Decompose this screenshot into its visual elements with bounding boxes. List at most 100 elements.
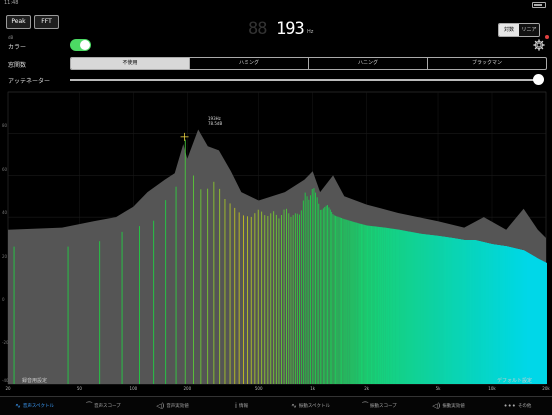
spectrum-bar xyxy=(234,207,236,384)
window-option-blackman[interactable]: ブラックマン xyxy=(427,58,546,69)
window-segmented-control: 不使用 ハミング ハニング ブラックマン xyxy=(70,57,547,70)
status-bar: 11:48 xyxy=(0,0,552,8)
tab-rms[interactable]: ◁) 音声実効値 xyxy=(138,397,207,415)
tab-spectrum[interactable]: ∿ 音声スペクトル xyxy=(0,397,69,415)
spectrum-bar xyxy=(364,224,365,384)
spectrum-bar xyxy=(331,211,333,384)
spectrum-bar xyxy=(288,213,290,384)
spectrum-bar xyxy=(193,175,194,384)
spectrum-bar xyxy=(315,192,316,384)
x-tick-label: 10k xyxy=(488,386,496,391)
spectrum-bar xyxy=(372,226,374,384)
vibration-rms-icon: ◁) xyxy=(432,402,441,410)
default-preset-button[interactable]: デフォルト設定 xyxy=(497,377,532,384)
spectrum-bar xyxy=(363,224,365,384)
x-tick-label: 5k xyxy=(435,386,441,391)
spectrum-bar xyxy=(342,218,344,384)
spectrum-bar xyxy=(243,215,244,384)
x-tick-label: 500 xyxy=(254,386,263,391)
more-icon: ••• xyxy=(503,402,516,410)
spectrum-bar xyxy=(348,220,350,384)
tab-label: その他 xyxy=(517,404,532,409)
color-label: カラー xyxy=(8,44,27,51)
spectrum-bar xyxy=(283,209,285,384)
spectrum-bar xyxy=(213,181,215,384)
spectrum-bar xyxy=(321,209,323,384)
spectrum-bar xyxy=(356,222,358,384)
spectrum-bar xyxy=(121,231,123,384)
spectrum-bar xyxy=(313,188,315,384)
spectrum-bar xyxy=(247,216,248,384)
spectrum-chart[interactable]: 80 60 40 20 0 -20 -40 20 50 100 200 500 1k 2k 5… xyxy=(0,88,552,396)
spectrum-bar xyxy=(99,241,101,384)
tab-info[interactable]: i 情報 xyxy=(207,397,276,415)
recording-preset-button[interactable]: 録音用設定 xyxy=(22,377,47,384)
spectrum-bar xyxy=(165,200,167,384)
spectrum-bar xyxy=(254,213,256,384)
window-option-hamming[interactable]: ハミング xyxy=(189,58,308,69)
attenuator-slider-knob[interactable] xyxy=(533,74,544,85)
spectrum-bar xyxy=(333,215,335,384)
spectrum-bar xyxy=(366,225,368,384)
spectrum-bar xyxy=(345,219,347,384)
window-option-none[interactable]: 不使用 xyxy=(71,58,189,69)
spectrum-bar xyxy=(332,214,334,384)
spectrum-bar xyxy=(367,225,369,384)
spectrum-bar xyxy=(371,226,373,384)
color-toggle[interactable] xyxy=(70,39,91,51)
spectrum-bar xyxy=(273,211,275,384)
window-option-hanning[interactable]: ハニング xyxy=(308,58,427,69)
spectrum-bar xyxy=(261,211,263,384)
tab-label: 振動実効値 xyxy=(442,404,465,409)
fft-button[interactable]: FFT xyxy=(34,15,59,29)
spectrum-plot[interactable] xyxy=(0,88,552,396)
spectrum-bar xyxy=(349,220,351,384)
vibration-spectrum-icon: ∿ xyxy=(290,402,297,410)
spectrum-bar xyxy=(238,212,240,384)
spectrum-bar xyxy=(336,216,338,384)
tab-more[interactable]: ••• その他 xyxy=(483,397,552,415)
spectrum-bar xyxy=(319,209,321,384)
spectrum-bar xyxy=(322,208,324,384)
spectrum-bar xyxy=(546,263,547,384)
spectrum-bar xyxy=(299,214,300,384)
scope-icon: ⁀ xyxy=(86,402,92,410)
frequency-ghost-digits: 88 xyxy=(248,19,268,39)
spectrum-bar xyxy=(296,213,298,384)
tab-vibration-rms[interactable]: ◁) 振動実効値 xyxy=(414,397,483,415)
spectrum-bar xyxy=(368,225,370,384)
status-time: 11:48 xyxy=(4,0,19,6)
gear-icon[interactable] xyxy=(533,39,545,51)
info-icon: i xyxy=(235,402,237,410)
tab-label: 情報 xyxy=(238,404,248,409)
y-tick-label: 80 xyxy=(2,123,8,128)
spectrum-bar xyxy=(335,215,336,384)
spectrum-bar xyxy=(316,197,318,384)
spectrum-bar xyxy=(292,215,294,384)
vibration-scope-icon: ⁀ xyxy=(362,402,368,410)
tab-vibration-scope[interactable]: ⁀ 振動スコープ xyxy=(345,397,414,415)
attenuator-slider-track[interactable] xyxy=(70,79,538,81)
spectrum-bar xyxy=(351,221,353,384)
spectrum-bar xyxy=(337,216,339,384)
tab-bar: ∿ 音声スペクトル ⁀ 音声スコープ ◁) 音声実効値 i 情報 ∿ 振動スペクトル ⁀ 振動スコープ… xyxy=(0,396,552,415)
x-tick-label: 200 xyxy=(183,386,192,391)
spectrum-bar xyxy=(302,200,304,384)
spectrum-bar xyxy=(267,216,269,384)
spectrum-bar xyxy=(264,215,266,384)
notification-dot xyxy=(545,35,549,39)
window-label: 窓関数 xyxy=(8,62,27,69)
spectrum-bar xyxy=(339,217,341,384)
scale-linear-option[interactable]: リニア xyxy=(519,24,539,36)
spectrum-bar xyxy=(365,225,366,384)
scale-log-option[interactable]: 対数 xyxy=(499,24,519,36)
tab-scope[interactable]: ⁀ 音声スコープ xyxy=(69,397,138,415)
tab-vibration-spectrum[interactable]: ∿ 振動スペクトル xyxy=(276,397,345,415)
spectrum-bar xyxy=(376,226,378,384)
spectrum-bar xyxy=(357,223,359,384)
x-tick-label: 20 xyxy=(5,386,11,391)
spectrum-bar xyxy=(369,225,371,384)
spectrum-bar xyxy=(374,226,376,384)
spectrum-bar xyxy=(207,188,209,384)
peak-button[interactable]: Peak xyxy=(6,15,31,29)
